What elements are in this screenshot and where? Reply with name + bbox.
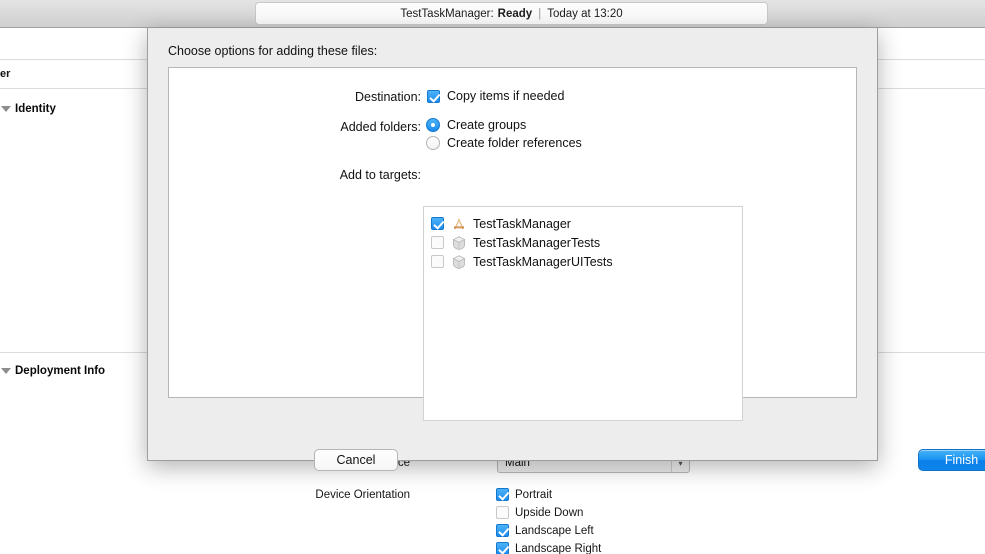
add-to-targets-list[interactable]: TestTaskManager TestTaskManagerTests Tes… — [423, 206, 743, 421]
status-state: Ready — [497, 7, 533, 20]
orientation-landscape-left-label: Landscape Left — [515, 524, 594, 537]
target-name: TestTaskManagerUITests — [473, 254, 613, 269]
section-header-identity: Identity — [15, 103, 56, 115]
checkbox-portrait[interactable] — [496, 488, 509, 501]
added-folders-create-folder-references-row[interactable]: Create folder references — [426, 136, 582, 150]
target-row[interactable]: TestTaskManagerTests — [424, 233, 742, 252]
orientation-landscape-left-row[interactable]: Landscape Left — [496, 524, 594, 537]
checkbox-target-testtaskmanageruitests[interactable] — [431, 255, 444, 268]
disclosure-triangle-deployment-info[interactable] — [1, 368, 11, 374]
status-separator: | — [538, 7, 542, 20]
destination-copy-items-row[interactable]: Copy items if needed — [427, 89, 564, 103]
orientation-upside-down-label: Upside Down — [515, 506, 584, 519]
test-bundle-icon — [452, 254, 466, 269]
xcode-app-target-icon — [454, 217, 464, 229]
add-to-targets-label: Add to targets: — [339, 168, 421, 182]
target-row[interactable]: TestTaskManager — [424, 214, 742, 233]
device-orientation-label: Device Orientation — [315, 489, 410, 501]
disclosure-triangle-identity[interactable] — [1, 106, 11, 112]
orientation-upside-down-row[interactable]: Upside Down — [496, 506, 583, 519]
test-bundle-icon — [452, 235, 466, 250]
clipped-tab-label: er — [0, 68, 11, 80]
status-timestamp: Today at 13:20 — [547, 7, 623, 20]
added-folders-create-groups-row[interactable]: Create groups — [426, 118, 526, 132]
checkbox-upside-down[interactable] — [496, 506, 509, 519]
radio-create-folder-references[interactable] — [426, 136, 440, 150]
orientation-portrait-label: Portrait — [515, 488, 553, 501]
activity-status-pill: TestTaskManager: Ready | Today at 13:20 — [255, 2, 768, 25]
radio-create-groups[interactable] — [426, 118, 440, 132]
checkbox-copy-items-if-needed[interactable] — [427, 89, 440, 103]
cancel-button[interactable]: Cancel — [314, 449, 398, 471]
target-name: TestTaskManager — [473, 216, 571, 231]
checkbox-target-testtaskmanagertests[interactable] — [431, 236, 444, 249]
add-files-options-sheet: Choose options for adding these files: D… — [147, 28, 985, 471]
orientation-landscape-right-label: Landscape Right — [515, 542, 602, 554]
destination-label: Destination: — [354, 90, 421, 104]
status-project-name: TestTaskManager: — [400, 7, 494, 20]
orientation-landscape-right-row[interactable]: Landscape Right — [496, 542, 601, 554]
added-folders-create-folder-references-label: Create folder references — [447, 136, 582, 150]
sheet-content-area: Destination: Copy items if needed Added … — [168, 67, 857, 421]
target-name: TestTaskManagerTests — [473, 235, 601, 250]
app-window: TestTaskManager: Ready | Today at 13:20 … — [0, 0, 985, 554]
target-row[interactable]: TestTaskManagerUITests — [424, 252, 742, 271]
destination-copy-items-label: Copy items if needed — [447, 89, 565, 103]
section-header-deployment-info: Deployment Info — [15, 365, 106, 377]
checkbox-landscape-right[interactable] — [496, 542, 509, 554]
checkbox-landscape-left[interactable] — [496, 524, 509, 537]
sheet-title: Choose options for adding these files: — [168, 44, 378, 58]
checkbox-target-testtaskmanager[interactable] — [431, 217, 444, 230]
added-folders-create-groups-label: Create groups — [447, 118, 527, 132]
orientation-portrait-row[interactable]: Portrait — [496, 488, 552, 501]
finish-button[interactable]: Finish — [918, 449, 985, 471]
added-folders-label: Added folders: — [340, 120, 421, 134]
